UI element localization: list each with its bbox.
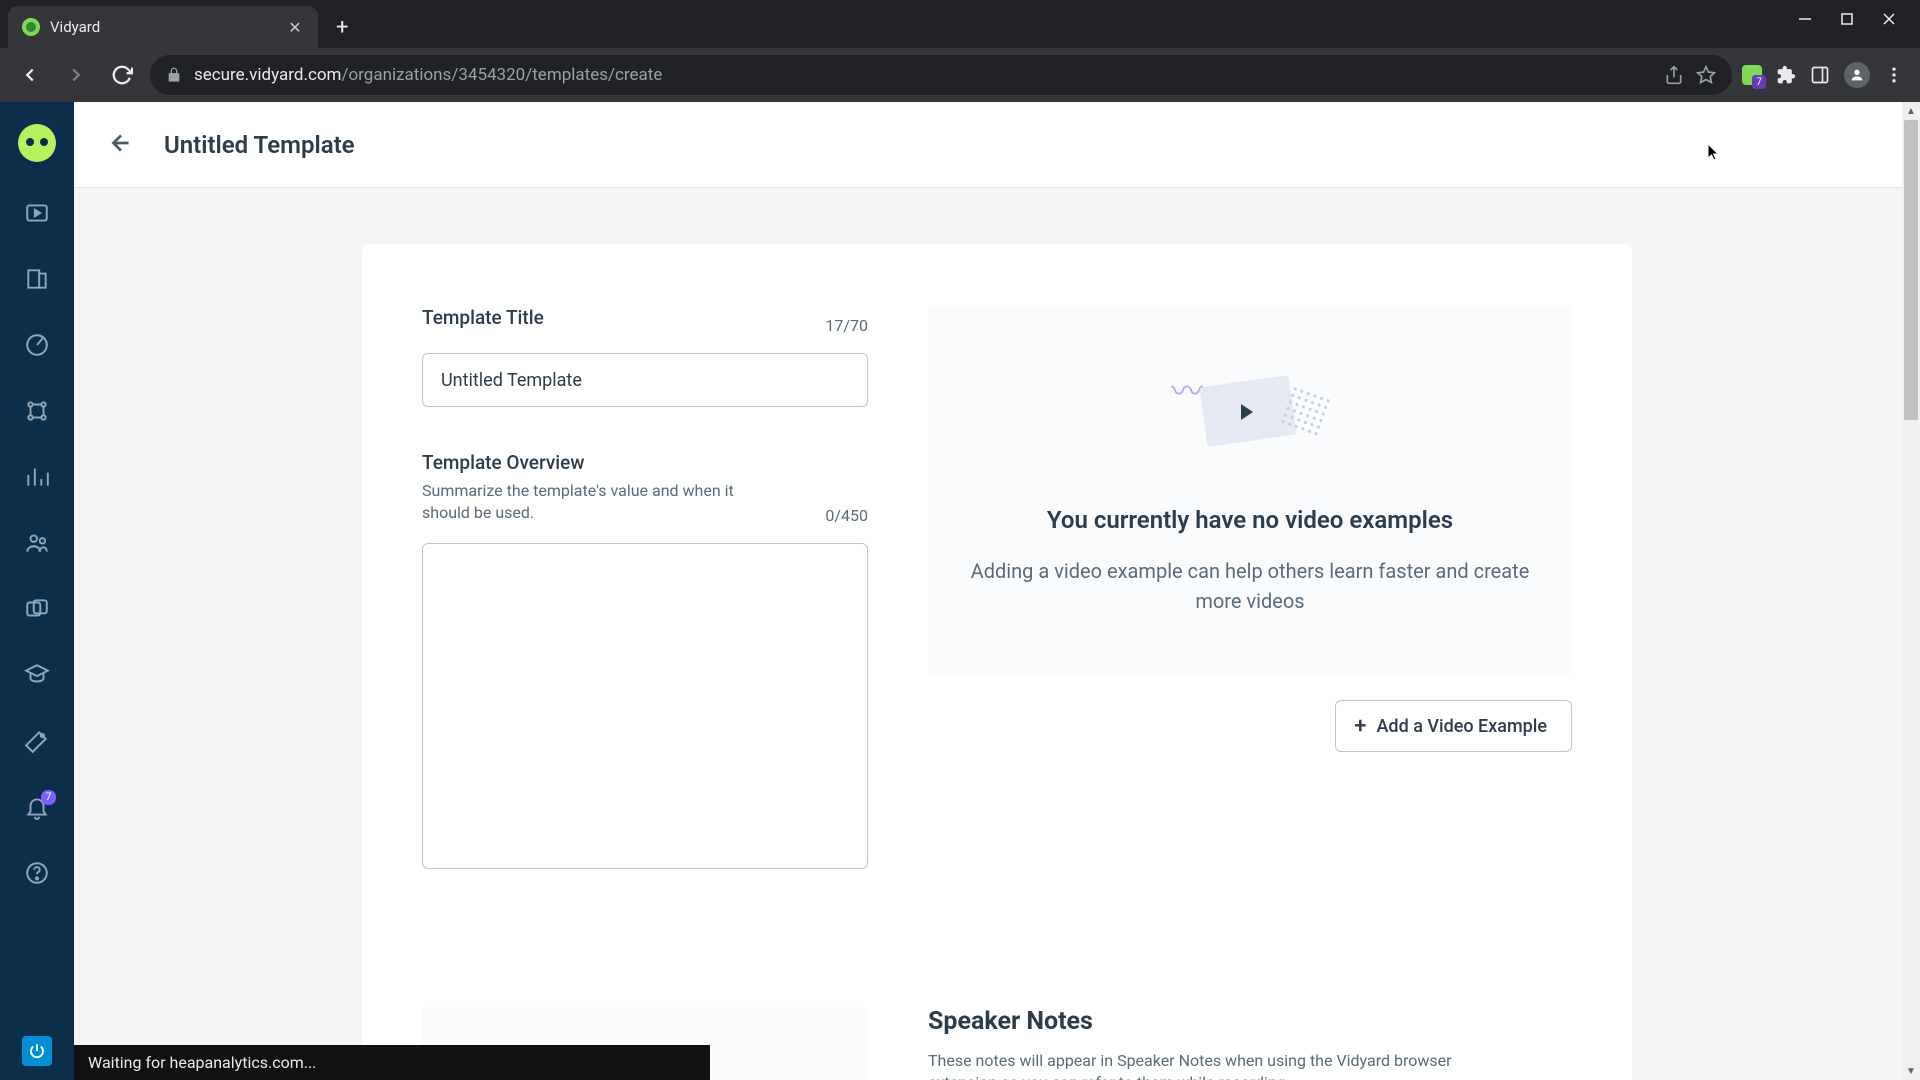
right-column: 〰 You currently have no video examples A…	[928, 306, 1572, 917]
tab-bar: Vidyard ✕ +	[0, 0, 1920, 48]
speaker-notes-block: Speaker Notes These notes will appear in…	[928, 1007, 1572, 1080]
left-column: Template Title 17/70 Template Overview S…	[422, 306, 868, 917]
empty-title: You currently have no video examples	[968, 506, 1532, 534]
scroll-down-icon[interactable]: ▼	[1902, 1062, 1920, 1080]
extension-badge-icon[interactable]: 7	[1742, 65, 1762, 85]
content-scroll[interactable]: Template Title 17/70 Template Overview S…	[74, 188, 1920, 1080]
overview-label: Template Overview	[422, 451, 782, 474]
close-icon[interactable]	[1882, 11, 1896, 30]
title-counter: 17/70	[825, 316, 868, 335]
rail-rooms-icon[interactable]	[22, 264, 52, 294]
rail-notifications-icon[interactable]: 7	[22, 792, 52, 822]
rail-analytics-icon[interactable]	[22, 462, 52, 492]
kebab-menu-icon[interactable]	[1884, 65, 1904, 85]
empty-illustration-icon: 〰	[1165, 356, 1335, 466]
url-field[interactable]: secure.vidyard.com/organizations/3454320…	[150, 55, 1732, 95]
url-text: secure.vidyard.com/organizations/3454320…	[194, 65, 1652, 85]
speaker-help: These notes will appear in Speaker Notes…	[928, 1050, 1458, 1080]
rail-insights-icon[interactable]	[22, 330, 52, 360]
rail-learn-icon[interactable]	[22, 660, 52, 690]
app-main: Untitled Template Template Title 17/70	[74, 102, 1920, 1080]
extensions-icon[interactable]	[1776, 65, 1796, 85]
nav-reload-icon[interactable]	[104, 57, 140, 93]
title-input[interactable]	[422, 353, 868, 407]
app-viewport: 7 Untitled Template Template Title 17/70	[0, 102, 1920, 1080]
overview-textarea[interactable]	[422, 543, 868, 869]
add-video-button[interactable]: + Add a Video Example	[1335, 700, 1572, 752]
maximize-icon[interactable]	[1840, 11, 1854, 30]
nav-forward-icon[interactable]	[58, 57, 94, 93]
video-empty-state: 〰 You currently have no video examples A…	[928, 306, 1572, 676]
back-arrow-icon[interactable]	[108, 130, 134, 160]
add-video-label: Add a Video Example	[1377, 716, 1548, 737]
profile-avatar-icon[interactable]	[1844, 62, 1870, 88]
tab-title: Vidyard	[50, 18, 276, 36]
notification-count-badge: 7	[41, 790, 56, 805]
form-card: Template Title 17/70 Template Overview S…	[362, 244, 1632, 1080]
page-title: Untitled Template	[164, 131, 355, 159]
browser-tab[interactable]: Vidyard ✕	[8, 6, 318, 48]
overview-help: Summarize the template's value and when …	[422, 480, 782, 525]
app-logo-icon[interactable]	[18, 124, 56, 162]
tab-favicon-icon	[22, 18, 40, 36]
lock-icon	[166, 67, 182, 83]
speaker-heading: Speaker Notes	[928, 1007, 1572, 1036]
scroll-thumb[interactable]	[1904, 120, 1918, 420]
rail-power-icon[interactable]	[22, 1036, 52, 1066]
overview-counter: 0/450	[825, 506, 868, 525]
empty-description: Adding a video example can help others l…	[968, 556, 1532, 616]
plus-icon: +	[1354, 714, 1366, 739]
rail-library-icon[interactable]	[22, 198, 52, 228]
rail-tools-icon[interactable]	[22, 726, 52, 756]
nav-back-icon[interactable]	[12, 57, 48, 93]
scroll-up-icon[interactable]: ▲	[1902, 102, 1920, 120]
rail-team-icon[interactable]	[22, 528, 52, 558]
status-bar: Waiting for heapanalytics.com...	[74, 1045, 710, 1080]
window-controls	[1738, 0, 1920, 40]
side-rail: 7	[0, 102, 74, 1080]
title-label: Template Title	[422, 306, 544, 329]
tab-close-icon[interactable]: ✕	[286, 18, 304, 36]
bookmark-star-icon[interactable]	[1696, 65, 1716, 85]
cursor-icon	[1708, 144, 1720, 162]
minimize-icon[interactable]	[1798, 11, 1812, 30]
rail-channels-icon[interactable]	[22, 594, 52, 624]
speaker-counter: 0/5000	[1520, 1076, 1572, 1080]
address-bar: secure.vidyard.com/organizations/3454320…	[0, 48, 1920, 102]
new-tab-button[interactable]: +	[318, 6, 366, 48]
rail-help-icon[interactable]	[22, 858, 52, 888]
browser-chrome: Vidyard ✕ + secure.vidyard.com/organizat…	[0, 0, 1920, 102]
rail-integrations-icon[interactable]	[22, 396, 52, 426]
share-icon[interactable]	[1664, 65, 1684, 85]
side-panel-icon[interactable]	[1810, 65, 1830, 85]
app-header: Untitled Template	[74, 102, 1920, 188]
vertical-scrollbar[interactable]: ▲ ▼	[1902, 102, 1920, 1080]
